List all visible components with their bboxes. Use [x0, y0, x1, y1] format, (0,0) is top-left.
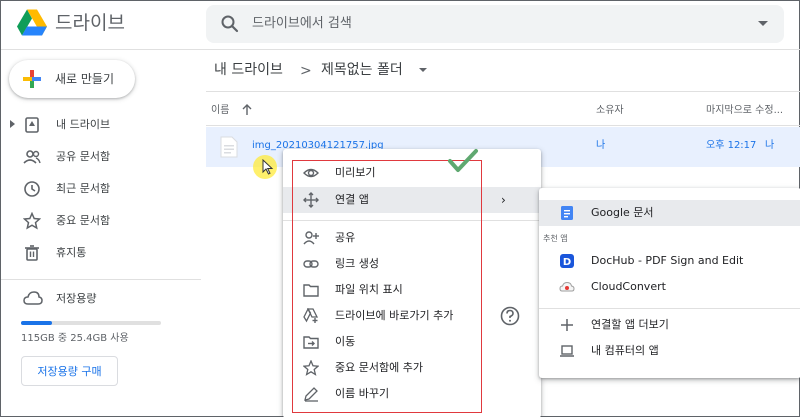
- plus-icon: [23, 70, 41, 88]
- trash-icon: [25, 245, 39, 261]
- cloud-icon: [23, 291, 43, 305]
- submenu-item-cloudconvert[interactable]: CloudConvert: [539, 274, 800, 300]
- folder-dropdown-icon[interactable]: [419, 68, 427, 72]
- mouse-pointer-icon: [262, 159, 274, 175]
- sort-ascending-icon[interactable]: [241, 103, 253, 117]
- storage-progress-fill: [21, 321, 52, 325]
- main-divider: [206, 91, 800, 92]
- sidebar-item-label: 공유 문서함: [56, 150, 111, 163]
- file-modified-by: 나: [765, 140, 775, 151]
- new-button-label: 새로 만들기: [55, 72, 115, 86]
- sidebar-item-label: 최근 문서함: [56, 182, 111, 195]
- sidebar-item-recent[interactable]: 최근 문서함: [1, 175, 201, 203]
- breadcrumb-root[interactable]: 내 드라이브: [214, 60, 283, 80]
- cloudconvert-icon: [559, 281, 575, 292]
- submenu-item-label: DocHub - PDF Sign and Edit: [591, 254, 744, 267]
- search-input[interactable]: 드라이브에서 검색: [252, 15, 352, 33]
- sidebar-item-starred[interactable]: 중요 문서함: [1, 207, 201, 235]
- drive-logo-icon[interactable]: [17, 7, 47, 39]
- column-header-modified[interactable]: 마지막으로 수정...: [706, 104, 783, 118]
- google-docs-icon: [561, 206, 573, 220]
- sidebar-item-label: 중요 문서함: [56, 214, 111, 227]
- image-file-icon: [220, 136, 238, 158]
- annotation-checkmark-icon: [448, 149, 478, 172]
- buy-storage-button[interactable]: 저장용량 구매: [21, 356, 118, 386]
- submenu-item-label: 내 컴퓨터의 앱: [591, 344, 659, 357]
- breadcrumb-current-folder[interactable]: 제목없는 폴더: [321, 60, 403, 80]
- submenu-item-label: CloudConvert: [591, 280, 666, 293]
- submenu-item-label: Google 문서: [591, 206, 654, 219]
- submenu-item-google-docs[interactable]: Google 문서: [539, 200, 800, 226]
- shared-icon: [23, 150, 41, 164]
- header-divider: [1, 49, 800, 50]
- sidebar-item-shared[interactable]: 공유 문서함: [1, 143, 201, 171]
- sidebar-item-trash[interactable]: 휴지통: [1, 239, 201, 267]
- open-with-submenu: Google 문서 추천 앱 D DocHub - PDF Sign and E…: [539, 188, 800, 378]
- submenu-section-label: 추천 앱: [543, 234, 568, 243]
- search-options-icon[interactable]: [758, 21, 768, 26]
- annotation-red-box: [292, 160, 482, 413]
- dochub-icon: D: [560, 254, 574, 268]
- breadcrumb-separator: >: [300, 63, 312, 79]
- column-header-owner[interactable]: 소유자: [596, 104, 624, 118]
- sidebar-divider: [1, 279, 201, 280]
- clock-icon: [24, 181, 40, 197]
- help-icon[interactable]: [499, 305, 521, 327]
- expand-arrow-icon[interactable]: [10, 120, 15, 128]
- buy-storage-label: 저장용량 구매: [37, 365, 102, 378]
- chevron-right-icon: ›: [501, 193, 506, 207]
- submenu-item-label: 연결할 앱 더보기: [591, 318, 669, 331]
- storage-progress-bar: [21, 321, 161, 325]
- table-header-divider: [206, 125, 800, 126]
- app-title[interactable]: 드라이브: [55, 11, 125, 35]
- star-icon: [23, 212, 41, 230]
- storage-usage-text: 115GB 중 25.4GB 사용: [21, 333, 129, 344]
- my-drive-icon: [25, 117, 39, 133]
- new-button[interactable]: 새로 만들기: [9, 60, 135, 98]
- sidebar-item-my-drive[interactable]: 내 드라이브: [1, 111, 201, 139]
- storage-label[interactable]: 저장용량: [56, 291, 96, 307]
- laptop-icon: [560, 345, 574, 357]
- file-modified: 오후 12:17: [706, 140, 757, 151]
- submenu-item-computer-apps[interactable]: 내 컴퓨터의 앱: [539, 338, 800, 364]
- submenu-item-connect-more[interactable]: 연결할 앱 더보기: [539, 312, 800, 338]
- file-owner: 나: [596, 140, 606, 151]
- search-bar[interactable]: 드라이브에서 검색: [206, 5, 784, 43]
- sidebar-item-label: 휴지통: [56, 246, 87, 259]
- search-icon[interactable]: [220, 14, 240, 34]
- sidebar-item-label: 내 드라이브: [56, 118, 111, 131]
- svg-text:D: D: [563, 257, 571, 268]
- column-header-name[interactable]: 이름: [211, 104, 229, 118]
- plus-icon: [561, 319, 573, 331]
- submenu-item-dochub[interactable]: D DocHub - PDF Sign and Edit: [539, 248, 800, 274]
- submenu-divider: [539, 308, 800, 309]
